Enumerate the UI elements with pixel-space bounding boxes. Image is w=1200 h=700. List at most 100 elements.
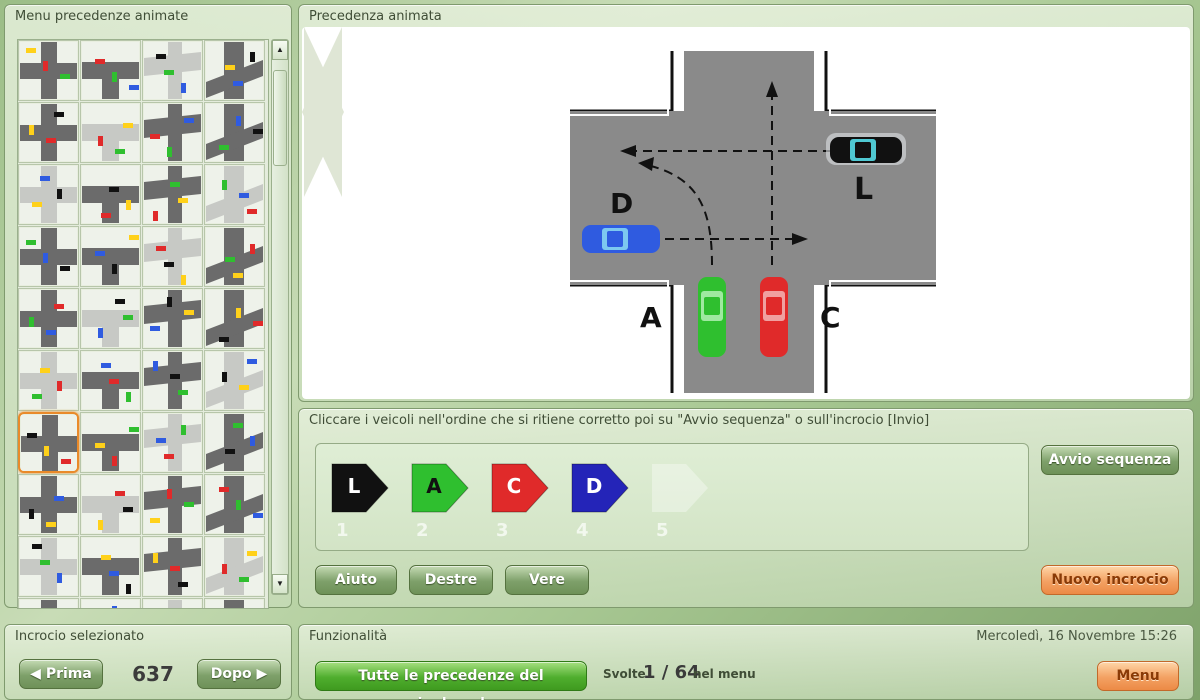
intersection-thumbnail[interactable] bbox=[80, 288, 141, 349]
thumbnail-image bbox=[206, 228, 263, 285]
sequence-slot[interactable]: C 3 bbox=[490, 458, 554, 541]
intersection-thumbnail[interactable] bbox=[204, 40, 265, 101]
scroll-down-button[interactable]: ▼ bbox=[272, 574, 288, 594]
intersection-thumbnail[interactable] bbox=[80, 40, 141, 101]
sequence-slot-number: 3 bbox=[496, 520, 509, 541]
thumbnail-image bbox=[206, 352, 263, 409]
intersection-thumbnail[interactable] bbox=[18, 536, 79, 597]
intersection-thumbnail[interactable] bbox=[142, 350, 203, 411]
vehicle-c[interactable] bbox=[760, 277, 788, 357]
intersection-thumbnail[interactable] bbox=[80, 474, 141, 535]
next-button[interactable]: Dopo ▶ bbox=[197, 659, 281, 689]
intersection-thumbnail[interactable] bbox=[142, 226, 203, 287]
intersection-thumbnail[interactable] bbox=[142, 474, 203, 535]
intersection-thumbnail[interactable] bbox=[18, 102, 79, 163]
vehicle-a[interactable] bbox=[698, 277, 726, 357]
scrollbar-thumb[interactable] bbox=[273, 70, 287, 166]
sequence-box: L 1 A 2 C 3 D 4 5 bbox=[315, 443, 1029, 551]
vehicle-d[interactable] bbox=[582, 225, 660, 253]
intersection-thumbnail[interactable] bbox=[80, 350, 141, 411]
intersection-thumbnail[interactable] bbox=[80, 536, 141, 597]
intersection-thumbnail[interactable] bbox=[142, 598, 203, 608]
thumbnail-image bbox=[206, 290, 263, 347]
intersection-thumbnail[interactable] bbox=[80, 412, 141, 473]
intersection-thumbnail[interactable] bbox=[80, 102, 141, 163]
thumbnail-image bbox=[82, 600, 139, 608]
selected-intersection-panel: Incrocio selezionato ◀ Prima 637 Dopo ▶ bbox=[4, 624, 292, 700]
help-button[interactable]: Aiuto bbox=[315, 565, 397, 595]
start-sequence-button[interactable]: Avvio sequenza bbox=[1041, 445, 1179, 475]
intersection-thumbnail[interactable] bbox=[142, 102, 203, 163]
vehicle-a-label: A bbox=[640, 301, 662, 334]
intersection-thumbnail[interactable] bbox=[204, 598, 265, 608]
intersection-thumbnail[interactable] bbox=[142, 164, 203, 225]
sequence-slot-number: 1 bbox=[336, 520, 349, 541]
all-precedences-button[interactable]: Tutte le precedenze del pieghevole bbox=[315, 661, 587, 700]
thumbnail-image bbox=[20, 228, 77, 285]
menu-button[interactable]: Menu bbox=[1097, 661, 1179, 691]
thumbnail-image bbox=[20, 290, 77, 347]
vehicle-d-label: D bbox=[610, 187, 633, 220]
animation-panel: Precedenza animata L D A C bbox=[298, 4, 1194, 402]
intersection-thumbnail[interactable] bbox=[204, 474, 265, 535]
intersection-thumbnail[interactable] bbox=[142, 40, 203, 101]
thumbnail-image bbox=[144, 42, 201, 99]
thumbnail-image bbox=[144, 166, 201, 223]
selected-intersection-title: Incrocio selezionato bbox=[15, 629, 145, 644]
thumbnail-image bbox=[20, 352, 77, 409]
intersection-thumbnail[interactable] bbox=[18, 40, 79, 101]
thumbnail-grid bbox=[17, 39, 269, 609]
scrollbar[interactable]: ▲ ▼ bbox=[271, 39, 289, 595]
intersection-thumbnail[interactable] bbox=[142, 536, 203, 597]
intersection-thumbnail[interactable] bbox=[18, 288, 79, 349]
functions-panel: Funzionalità Mercoledì, 16 Novembre 15:2… bbox=[298, 624, 1194, 700]
previous-button[interactable]: ◀ Prima bbox=[19, 659, 103, 689]
intersection-thumbnail[interactable] bbox=[80, 226, 141, 287]
sequence-slot[interactable]: D 4 bbox=[570, 458, 634, 541]
thumbnail-image bbox=[206, 476, 263, 533]
thumbnail-image bbox=[206, 42, 263, 99]
sequence-slot-letter: C bbox=[506, 474, 522, 498]
intersection-canvas[interactable]: L D A C bbox=[302, 27, 1190, 399]
intersection-thumbnail[interactable] bbox=[18, 164, 79, 225]
thumbnail-image bbox=[206, 104, 263, 161]
right-hand-button[interactable]: Destre bbox=[409, 565, 493, 595]
intersection-thumbnail[interactable] bbox=[204, 164, 265, 225]
scroll-up-button[interactable]: ▲ bbox=[272, 40, 288, 60]
intersection-thumbnail[interactable] bbox=[204, 102, 265, 163]
sequence-slot[interactable]: L 1 bbox=[330, 458, 394, 541]
thumbnail-image bbox=[206, 166, 263, 223]
thumbnail-image bbox=[82, 228, 139, 285]
intersection-thumbnail[interactable] bbox=[18, 226, 79, 287]
intersection-thumbnail[interactable] bbox=[18, 412, 79, 473]
thumbnail-image bbox=[144, 104, 201, 161]
intersection-thumbnail[interactable] bbox=[18, 350, 79, 411]
new-intersection-button[interactable]: Nuovo incrocio bbox=[1041, 565, 1179, 595]
true-button[interactable]: Vere bbox=[505, 565, 589, 595]
thumbnail-image bbox=[20, 104, 77, 161]
intersection-thumbnail[interactable] bbox=[80, 598, 141, 608]
intersection-thumbnail[interactable] bbox=[142, 412, 203, 473]
thumbnail-image bbox=[144, 352, 201, 409]
sequence-slot-number: 2 bbox=[416, 520, 429, 541]
intersection-thumbnail[interactable] bbox=[80, 164, 141, 225]
intersection-thumbnail[interactable] bbox=[204, 536, 265, 597]
sequence-slot[interactable]: 5 bbox=[650, 458, 714, 541]
intersection-thumbnail[interactable] bbox=[204, 350, 265, 411]
intersection-thumbnail[interactable] bbox=[204, 226, 265, 287]
functions-title: Funzionalità bbox=[309, 629, 388, 644]
intersection-thumbnail[interactable] bbox=[18, 598, 79, 608]
done-suffix: nel menu bbox=[693, 667, 756, 681]
intersection-thumbnail[interactable] bbox=[204, 412, 265, 473]
thumbnail-image bbox=[206, 538, 263, 595]
triangle-right-icon: ▶ bbox=[256, 666, 268, 682]
sequence-slot-number: 5 bbox=[656, 520, 669, 541]
vehicle-l[interactable] bbox=[826, 133, 906, 165]
intersection-thumbnail[interactable] bbox=[204, 288, 265, 349]
intersection-thumbnail[interactable] bbox=[18, 474, 79, 535]
thumbnail-image bbox=[82, 352, 139, 409]
thumbnail-image bbox=[82, 538, 139, 595]
intersection-thumbnail[interactable] bbox=[142, 288, 203, 349]
sequence-slot[interactable]: A 2 bbox=[410, 458, 474, 541]
thumbnail-image bbox=[20, 600, 77, 608]
